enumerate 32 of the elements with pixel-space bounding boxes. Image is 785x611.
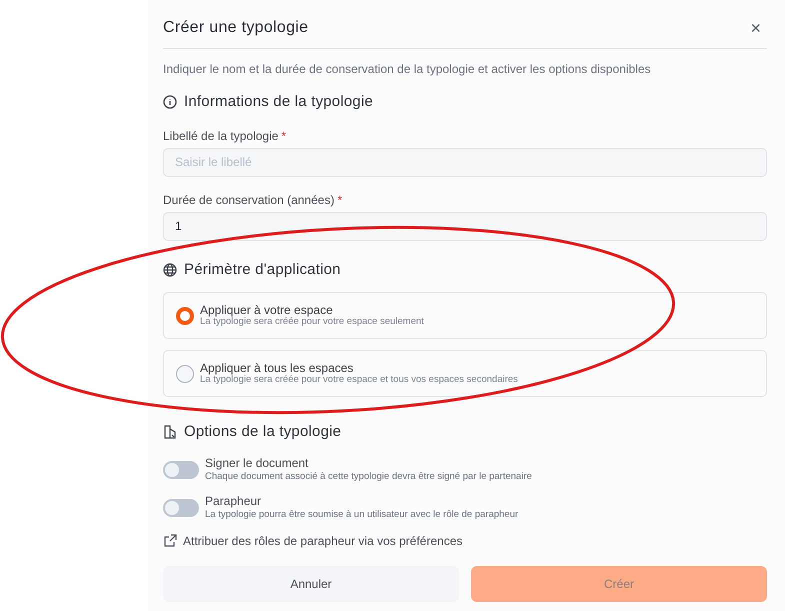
globe-icon	[163, 262, 177, 277]
section-title: Options de la typologie	[184, 422, 342, 442]
option-description: La typologie sera créée pour votre espace seulement	[200, 316, 424, 328]
field-label: Durée de conservation (années)	[163, 192, 334, 206]
required-mark: *	[337, 192, 342, 206]
toggle-switch[interactable]	[163, 498, 199, 516]
section-title: Périmètre d'application	[184, 260, 341, 280]
toggle-description: Chaque document associé à cette typologie devra être signé par le partenaire	[205, 470, 532, 484]
document-icon	[163, 425, 177, 440]
field-label: Libellé de la typologie	[163, 128, 278, 142]
option-card[interactable]: Appliquer à votre espace La typologie sera créée pour votre espace seulement	[163, 292, 767, 339]
radio-button[interactable]	[176, 364, 194, 382]
radio-button[interactable]	[176, 306, 194, 324]
info-icon	[163, 95, 177, 110]
input-field[interactable]: 1	[163, 212, 767, 240]
toggle-description: La typologie pourra être soumise à un utilisateur avec le rôle de parapheur	[205, 508, 518, 522]
dialog-description: Indiquer le nom et la durée de conservation de la typologie et activer les options disponibles	[163, 61, 652, 78]
option-card[interactable]: Appliquer à tous les espaces La typologie sera créée pour votre espace et tous vos espaces secondaires	[163, 350, 767, 397]
preferences-link[interactable]: Attribuer des rôles de parapheur via vos préférences	[163, 532, 462, 550]
section-title: Informations de la typologie	[184, 92, 374, 112]
cancel-button[interactable]: Annuler	[163, 566, 459, 602]
close-button[interactable]: ×	[746, 18, 765, 38]
toggle-switch[interactable]	[163, 460, 199, 478]
dialog-title: Créer une typologie	[163, 18, 308, 38]
option-label: Appliquer à tous les espaces	[200, 362, 354, 374]
input-field[interactable]: Saisir le libellé	[163, 148, 767, 176]
option-description: La typologie sera créée pour votre espace et tous vos espaces secondaires	[200, 374, 518, 386]
option-label: Appliquer à votre espace	[200, 304, 334, 316]
required-mark: *	[281, 128, 286, 142]
toggle-label: Signer le document	[205, 456, 310, 470]
toggle-label: Parapheur	[205, 494, 262, 508]
external-link-icon	[163, 534, 177, 548]
